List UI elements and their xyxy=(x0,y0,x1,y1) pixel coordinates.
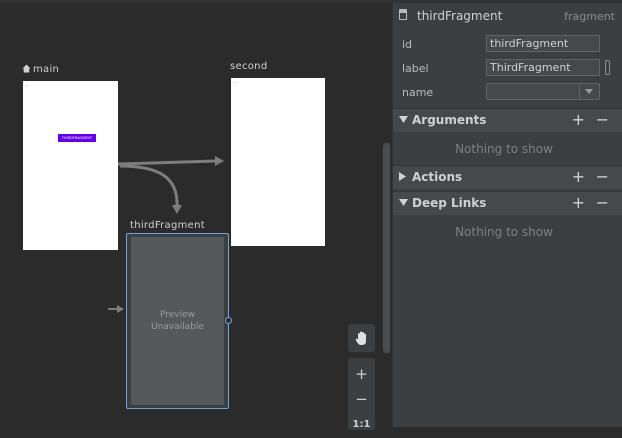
arrow-head-second xyxy=(215,156,224,166)
fragment-icon xyxy=(399,9,407,20)
screen-tiny-text: — xyxy=(25,83,28,87)
action-arrow-main-to-third xyxy=(119,164,179,207)
attr-label-id: id xyxy=(402,38,413,51)
deep-links-title: Deep Links xyxy=(412,196,487,210)
name-select[interactable] xyxy=(486,83,600,100)
label-options-button[interactable] xyxy=(605,60,610,75)
zoom-tool-box: + − 1:1 xyxy=(348,358,375,430)
action-drag-handle[interactable] xyxy=(225,317,232,324)
home-icon xyxy=(22,64,31,73)
id-field[interactable] xyxy=(486,35,600,52)
chevron-down-icon[interactable] xyxy=(579,85,598,98)
destination-second[interactable]: — xyxy=(231,78,325,246)
attributes-header: thirdFragment fragment xyxy=(393,3,622,31)
attributes-title: thirdFragment xyxy=(417,9,503,23)
add-argument-button[interactable]: + xyxy=(572,109,585,131)
pan-tool-box xyxy=(348,324,375,352)
actions-section-header[interactable]: Actions + − xyxy=(393,165,622,189)
zoom-in-button[interactable]: + xyxy=(348,361,375,387)
arrow-head-third xyxy=(172,205,182,214)
preview-unavailable-area: Preview Unavailable xyxy=(131,237,224,405)
zoom-actual-size-button[interactable]: 1:1 xyxy=(348,412,375,438)
screen-tiny-text: — xyxy=(233,80,236,84)
attr-label-label: label xyxy=(402,62,429,75)
destination-third-selected[interactable]: Preview Unavailable xyxy=(126,233,229,409)
add-deep-link-button[interactable]: + xyxy=(572,192,585,214)
arguments-section-header[interactable]: Arguments + − xyxy=(393,108,622,132)
expanded-triangle-icon[interactable] xyxy=(399,116,408,124)
arguments-title: Arguments xyxy=(412,113,487,127)
zoom-out-button[interactable]: − xyxy=(348,386,375,412)
deep-links-empty-text: Nothing to show xyxy=(455,225,553,239)
navigation-graph-canvas[interactable]: main — THIRDFRAGMENT second — thirdFragm… xyxy=(0,3,392,430)
arguments-empty-text: Nothing to show xyxy=(455,142,553,156)
remove-argument-button[interactable]: − xyxy=(596,109,609,131)
expanded-triangle-icon[interactable] xyxy=(399,199,408,207)
add-action-button[interactable]: + xyxy=(572,166,585,188)
destination-main[interactable]: — THIRDFRAGMENT xyxy=(23,81,118,250)
attributes-panel: thirdFragment fragment id label name Arg… xyxy=(392,3,622,427)
label-field[interactable] xyxy=(486,59,600,76)
attr-label-name: name xyxy=(402,86,434,99)
actions-title: Actions xyxy=(412,170,463,184)
deep-links-section-header[interactable]: Deep Links + − xyxy=(393,191,622,215)
destination-name-main: main xyxy=(33,64,60,75)
third-fragment-button-preview: THIRDFRAGMENT xyxy=(58,134,96,142)
destination-label-third: thirdFragment xyxy=(130,220,205,231)
action-arrow-main-to-second xyxy=(117,159,217,166)
destination-label-second: second xyxy=(230,61,268,72)
entry-arrow-head xyxy=(117,305,124,313)
pan-button[interactable] xyxy=(348,325,375,354)
remove-action-button[interactable]: − xyxy=(596,166,609,188)
destination-label-main: main xyxy=(22,64,59,75)
vertical-scrollbar[interactable] xyxy=(383,143,390,353)
hand-icon xyxy=(355,331,366,345)
preview-unavailable-text: Preview Unavailable xyxy=(151,310,204,332)
destination-type: fragment xyxy=(564,10,615,23)
collapsed-triangle-icon[interactable] xyxy=(399,172,407,181)
remove-deep-link-button[interactable]: − xyxy=(596,192,609,214)
